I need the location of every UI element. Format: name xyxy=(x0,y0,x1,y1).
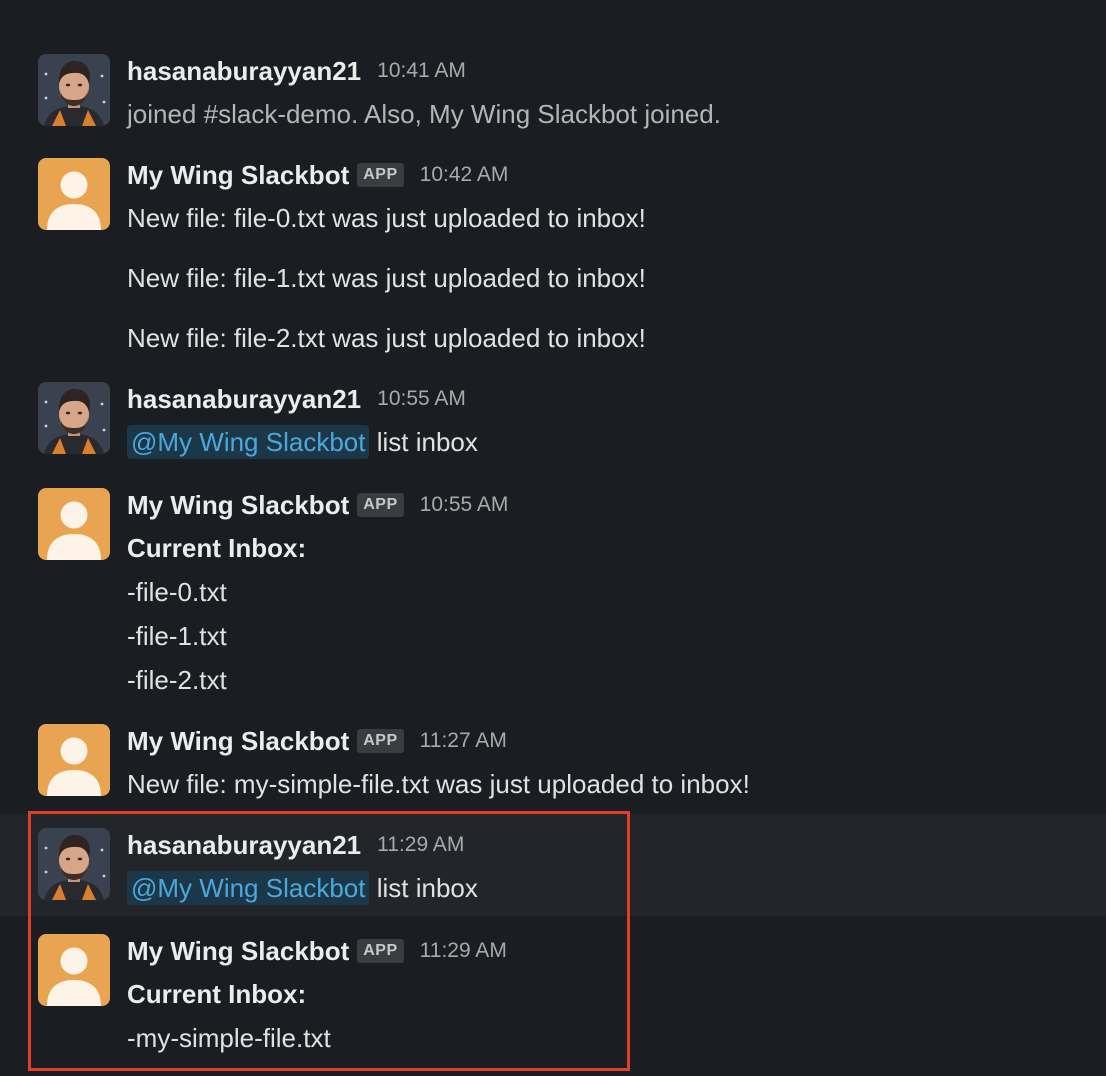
message-heading: Current Inbox: xyxy=(127,533,307,563)
inbox-file-item: -file-0.txt xyxy=(127,577,227,607)
message-header: My Wing Slackbot APP 10:42 AM xyxy=(127,158,508,192)
author-name[interactable]: hasanaburayyan21 xyxy=(127,384,361,415)
timestamp[interactable]: 10:41 AM xyxy=(377,59,466,83)
author-name[interactable]: My Wing Slackbot xyxy=(127,160,349,191)
user-avatar[interactable] xyxy=(38,382,110,454)
mention-link[interactable]: @My Wing Slackbot xyxy=(127,425,370,459)
bot-avatar[interactable] xyxy=(38,158,110,230)
timestamp[interactable]: 10:55 AM xyxy=(420,493,509,517)
message-text: joined #slack-demo. Also, My Wing Slackb… xyxy=(127,99,721,129)
app-badge: APP xyxy=(357,729,404,753)
timestamp[interactable]: 11:27 AM xyxy=(420,729,507,753)
message-header: hasanaburayyan21 10:55 AM xyxy=(127,382,466,416)
user-avatar[interactable] xyxy=(38,54,110,126)
message-text: New file: file-2.txt was just uploaded t… xyxy=(127,323,646,353)
app-badge: APP xyxy=(357,493,404,517)
message-text: New file: file-1.txt was just uploaded t… xyxy=(127,263,646,293)
default-user-avatar-icon xyxy=(38,488,110,560)
bot-avatar[interactable] xyxy=(38,488,110,560)
bot-avatar[interactable] xyxy=(38,724,110,796)
app-badge: APP xyxy=(357,163,404,187)
message-header: hasanaburayyan21 10:41 AM xyxy=(127,54,466,88)
message-header: My Wing Slackbot APP 11:27 AM xyxy=(127,724,507,758)
red-highlight-annotation xyxy=(28,811,630,1071)
author-name[interactable]: hasanaburayyan21 xyxy=(127,56,361,87)
message-feed: hasanaburayyan21 10:41 AM joined #slack-… xyxy=(0,0,1106,1076)
timestamp[interactable]: 10:42 AM xyxy=(420,163,509,187)
message-text: New file: file-0.txt was just uploaded t… xyxy=(127,203,646,233)
inbox-file-item: -file-2.txt xyxy=(127,665,227,695)
message-header: My Wing Slackbot APP 10:55 AM xyxy=(127,488,508,522)
author-name[interactable]: My Wing Slackbot xyxy=(127,490,349,521)
author-name[interactable]: My Wing Slackbot xyxy=(127,726,349,757)
message-text: @My Wing Slackbot list inbox xyxy=(127,425,478,459)
message-text: New file: my-simple-file.txt was just up… xyxy=(127,769,750,799)
user-portrait-icon xyxy=(38,54,110,126)
default-user-avatar-icon xyxy=(38,158,110,230)
default-user-avatar-icon xyxy=(38,724,110,796)
message-body: list inbox xyxy=(376,427,478,457)
inbox-file-item: -file-1.txt xyxy=(127,621,227,651)
user-portrait-icon xyxy=(38,382,110,454)
timestamp[interactable]: 10:55 AM xyxy=(377,387,466,411)
